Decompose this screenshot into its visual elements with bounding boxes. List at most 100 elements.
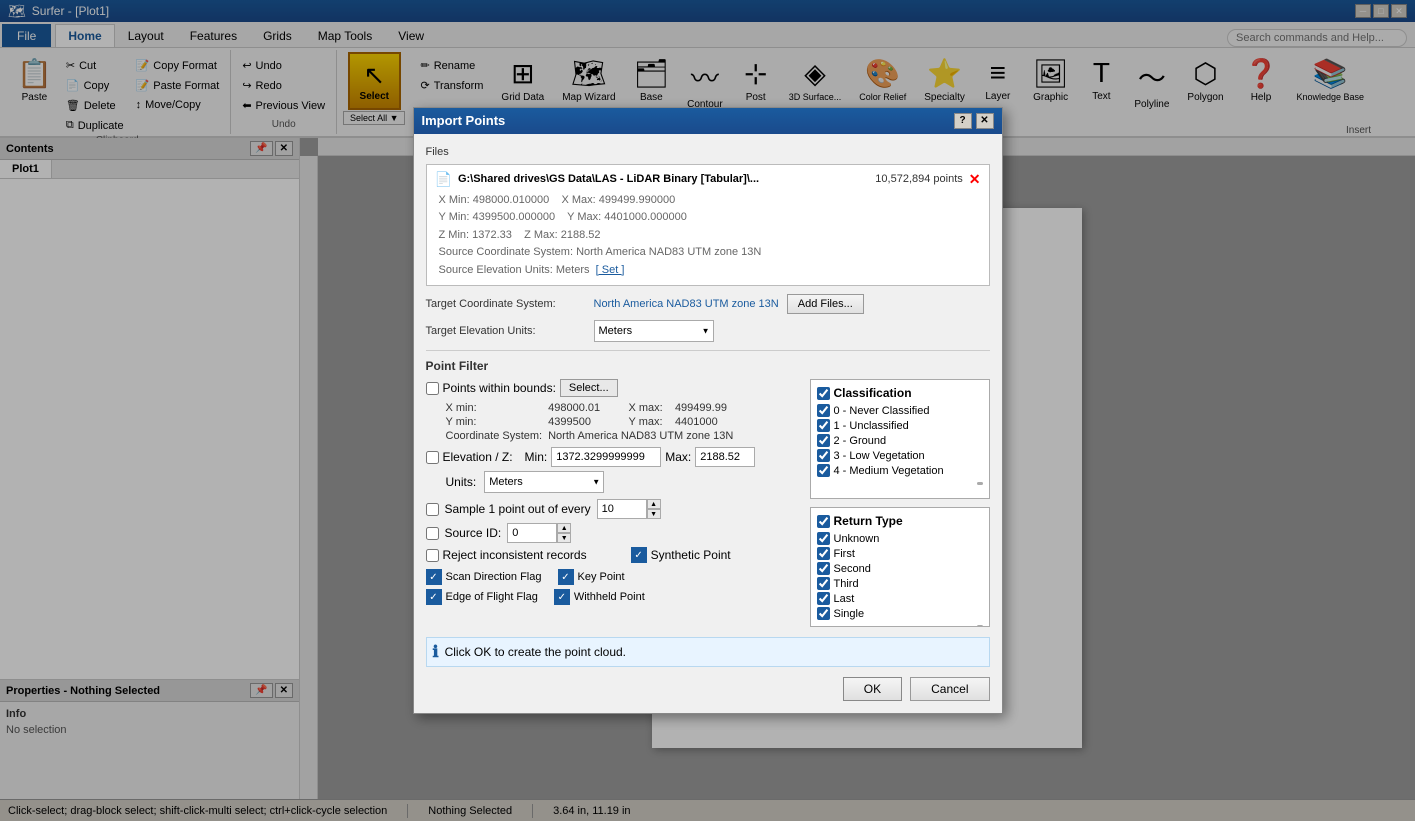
spinner-up[interactable]: ▲ [647,499,661,509]
modal-title: Import Points [422,113,506,128]
coord-label: Coordinate System: [446,429,549,443]
class-3-label: 3 - Low Vegetation [834,450,925,462]
sample-label: Sample 1 point out of every [445,502,591,516]
return-first-checkbox[interactable] [817,547,830,560]
return-unknown-checkbox[interactable] [817,532,830,545]
return-first: First [817,547,983,560]
flag-row-2: ✓ Edge of Flight Flag ✓ Withheld Point [426,589,798,605]
spinner-down[interactable]: ▼ [647,509,661,519]
return-second-checkbox[interactable] [817,562,830,575]
units-label: Units: [446,475,477,489]
source-id-spinner-btns: ▲ ▼ [557,523,571,543]
return-third: Third [817,577,983,590]
ymax-label: Y max: [613,415,675,429]
class-0-label: 0 - Never Classified [834,405,930,417]
file-remove-btn[interactable]: ✕ [969,171,981,188]
classification-all-checkbox[interactable] [817,387,830,400]
units-select[interactable]: Meters [484,471,604,493]
reject-row: Reject inconsistent records ✓ Synthetic … [426,547,798,563]
return-header: Return Type [817,514,983,528]
flag-row-1: ✓ Scan Direction Flag ✓ Key Point [426,569,798,585]
source-id-input[interactable] [507,523,557,543]
return-scroll-thumb[interactable] [977,625,983,628]
synthetic-checkbox-visual: ✓ [631,547,647,563]
xmax-val: 499499.99 [675,402,727,414]
target-elev-select[interactable]: Meters [594,320,714,342]
class-4-checkbox[interactable] [817,464,830,477]
elevation-checkbox[interactable] [426,451,439,464]
xmin-val: 498000.01 [548,402,600,414]
select-button[interactable]: Select... [560,379,618,397]
return-last-label: Last [834,593,855,605]
units-select-wrapper: Meters [484,471,604,493]
source-id-up[interactable]: ▲ [557,523,571,533]
units-row: Units: Meters [446,471,798,493]
ok-button[interactable]: OK [843,677,902,701]
source-id-down[interactable]: ▼ [557,533,571,543]
withheld-checkbox-visual: ✓ [554,589,570,605]
edge-flag-item: ✓ Edge of Flight Flag [426,589,538,605]
target-coord-label: Target Coordinate System: [426,298,586,310]
coord-val: North America NAD83 UTM zone 13N [548,430,733,442]
reject-checkbox[interactable] [426,549,439,562]
classification-header: Classification [817,386,983,400]
target-elev-select-wrapper: Meters [594,320,714,342]
return-third-checkbox[interactable] [817,577,830,590]
return-last-checkbox[interactable] [817,592,830,605]
return-all-checkbox[interactable] [817,515,830,528]
modal-titlebar: Import Points ? ✕ [414,108,1002,134]
elev-max-label: Max: [665,450,691,464]
point-filter-section: Point Filter Points within bounds: Selec… [426,359,990,627]
add-files-button[interactable]: Add Files... [787,294,864,314]
source-id-checkbox[interactable] [426,527,439,540]
file-y-range: Y Min: 4399500.000000 Y Max: 4401000.000… [439,209,981,227]
modal-titlebar-btns: ? ✕ [954,113,994,129]
import-points-modal: Import Points ? ✕ Files 📄 G:\Shared driv… [413,107,1003,715]
elevation-max-input[interactable] [695,447,755,467]
class-3-checkbox[interactable] [817,449,830,462]
elevation-label: Elevation / Z: [443,450,513,464]
modal-close-btn[interactable]: ✕ [976,113,994,129]
return-type-title: Return Type [834,514,903,528]
set-link[interactable]: [ Set ] [596,264,625,276]
info-icon: ℹ [433,642,439,662]
point-filter-title: Point Filter [426,359,990,373]
withheld-item: ✓ Withheld Point [554,589,645,605]
elev-min-label: Min: [525,450,548,464]
class-2-label: 2 - Ground [834,435,887,447]
files-label: Files [426,146,990,158]
within-bounds-checkbox[interactable] [426,382,439,395]
elevation-row: Elevation / Z: Min: Max: [426,447,798,467]
file-path: G:\Shared drives\GS Data\LAS - LiDAR Bin… [458,173,869,185]
elevation-min-input[interactable] [551,447,661,467]
modal-help-btn[interactable]: ? [954,113,972,129]
return-last: Last [817,592,983,605]
reject-label: Reject inconsistent records [443,548,587,562]
return-third-label: Third [834,578,859,590]
return-unknown: Unknown [817,532,983,545]
sample-spinner-input[interactable] [597,499,647,519]
spinner-wrapper: ▲ ▼ [597,499,661,519]
classification-scroll-thumb[interactable] [977,482,983,485]
spinner-btns: ▲ ▼ [647,499,661,519]
class-0-checkbox[interactable] [817,404,830,417]
divider-1 [426,350,990,351]
file-icon: 📄 [435,171,452,188]
return-single-checkbox[interactable] [817,607,830,620]
bounds-grid: X min: 498000.01 X max: 499499.99 Y min:… [446,401,798,443]
classification-box: Classification 0 - Never Classified 1 - … [810,379,990,499]
class-1-checkbox[interactable] [817,419,830,432]
scan-label: Scan Direction Flag [446,571,542,583]
synthetic-row: ✓ Synthetic Point [631,547,731,563]
scan-flag-item: ✓ Scan Direction Flag [426,569,542,585]
synthetic-label: Synthetic Point [651,548,731,562]
cancel-button[interactable]: Cancel [910,677,989,701]
class-2-checkbox[interactable] [817,434,830,447]
target-coord-value[interactable]: North America NAD83 UTM zone 13N [594,298,779,310]
ymin-val: 4399500 [548,416,591,428]
scan-checkbox-visual: ✓ [426,569,442,585]
file-elev: Source Elevation Units: Meters [ Set ] [439,262,981,280]
sample-checkbox[interactable] [426,503,439,516]
modal-overlay: Import Points ? ✕ Files 📄 G:\Shared driv… [0,0,1415,821]
class-item-1: 1 - Unclassified [817,419,983,432]
